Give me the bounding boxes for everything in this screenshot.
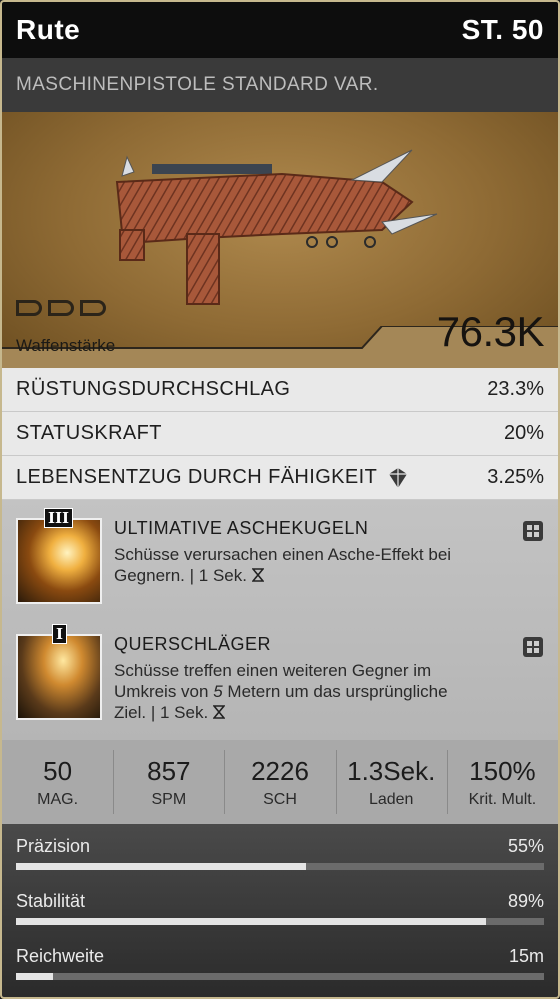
- shield-gem-icon: [389, 467, 408, 488]
- mod-ultimate-ash-bullets[interactable]: III ULTIMATIVE ASCHEKUGELN Schüsse verur…: [16, 508, 546, 606]
- stat-row-status-power: STATUSKRAFT 20%: [2, 412, 558, 456]
- rank-indicators: [16, 300, 106, 316]
- stat-value: 23.3%: [487, 378, 544, 400]
- bar-track: [16, 918, 544, 925]
- rank-chevron-icon: [48, 300, 74, 316]
- stat-label: LEBENSENTZUG DURCH FÄHIGKEIT: [16, 466, 378, 488]
- mod-ricochet[interactable]: I QUERSCHLÄGER Schüsse treffen einen wei…: [16, 624, 546, 722]
- stat-label: RÜSTUNGSDURCHSCHLAG: [16, 378, 291, 400]
- bar-value: 15m: [508, 946, 544, 966]
- core-stat-value: 150%: [469, 755, 536, 786]
- mod-tier-badge: I: [52, 624, 68, 644]
- mod-name: ULTIMATIVE ASCHEKUGELN: [114, 518, 369, 538]
- power-label: Waffenstärke: [16, 336, 116, 355]
- core-stat-damage: 2226 SCH: [224, 740, 335, 824]
- power-value: 76.3K: [436, 308, 545, 355]
- mod-name: QUERSCHLÄGER: [114, 634, 272, 654]
- hourglass-icon: [250, 568, 265, 582]
- rank-chevron-icon: [16, 300, 42, 316]
- core-stat-value: 1.3Sek.: [347, 755, 436, 786]
- core-stats-bar: 50 MAG. 857 SPM 2226 SCH 1.3Sek. Laden 1…: [2, 740, 558, 824]
- mod-description: Schüsse verursachen einen Asche-Effekt b…: [114, 545, 452, 585]
- stat-value: 3.25%: [487, 466, 544, 488]
- handling-stats: Präzision 55% Stabilität 89% Reichweite …: [2, 824, 558, 997]
- stat-row-skill-leech: LEBENSENTZUG DURCH FÄHIGKEIT 3.25%: [2, 456, 558, 500]
- mod-tier-badge: III: [44, 508, 74, 528]
- stat-value: 20%: [503, 422, 544, 444]
- stat-label: STATUSKRAFT: [16, 422, 162, 444]
- weapon-type: MASCHINENPISTOLE STANDARD VAR.: [16, 74, 379, 95]
- weapon-type-bar: MASCHINENPISTOLE STANDARD VAR.: [2, 58, 558, 112]
- mod-thumbnail: [16, 634, 102, 720]
- core-stat-crit-multiplier: 150% Krit. Mult.: [446, 740, 558, 824]
- core-stat-label: Laden: [368, 790, 414, 808]
- bar-label: Stabilität: [16, 891, 86, 911]
- bar-range: Reichweite 15m: [16, 946, 544, 980]
- bar-fill: [16, 918, 486, 925]
- core-stat-label: Krit. Mult.: [468, 790, 537, 808]
- core-stat-reload: 1.3Sek. Laden: [335, 740, 447, 824]
- weapon-image: [115, 149, 438, 305]
- weapon-header: Rute ST. 50: [2, 2, 558, 58]
- core-stat-label: SCH: [263, 790, 297, 808]
- core-stat-label: MAG.: [37, 790, 79, 808]
- bar-track: [16, 863, 544, 870]
- weapon-preview: Waffenstärke 76.3K: [2, 112, 558, 368]
- mods-section: III ULTIMATIVE ASCHEKUGELN Schüsse verur…: [2, 500, 558, 740]
- mod-slot-icon: [523, 637, 543, 657]
- bar-track: [16, 973, 544, 980]
- bar-value: 55%: [507, 836, 544, 856]
- mod-slot-icon: [523, 521, 543, 541]
- bar-precision: Präzision 55%: [16, 836, 544, 870]
- bar-fill: [16, 863, 307, 870]
- core-stat-value: 2226: [251, 755, 309, 786]
- core-stat-rpm: 857 SPM: [113, 740, 224, 824]
- bar-value: 89%: [507, 891, 544, 911]
- core-stat-magazine: 50 MAG.: [2, 740, 113, 824]
- mod-thumbnail: [16, 518, 102, 604]
- mod-description: Schüsse treffen einen weiteren Gegner im…: [114, 661, 448, 722]
- bar-stability: Stabilität 89%: [16, 891, 544, 925]
- hourglass-icon: [212, 705, 226, 719]
- bar-label: Präzision: [16, 836, 91, 856]
- weapon-name: Rute: [16, 14, 81, 45]
- rank-chevron-icon: [80, 300, 106, 316]
- bar-fill: [16, 973, 53, 980]
- weapon-level: ST. 50: [461, 14, 544, 45]
- core-stat-value: 50: [43, 755, 73, 786]
- weapon-card: Rute ST. 50 MASCHINENPISTOLE STANDARD VA…: [0, 0, 560, 999]
- core-stat-label: SPM: [151, 790, 187, 808]
- core-stat-value: 857: [147, 755, 191, 786]
- bar-label: Reichweite: [16, 946, 105, 966]
- stat-row-armor-piercing: RÜSTUNGSDURCHSCHLAG 23.3%: [2, 368, 558, 412]
